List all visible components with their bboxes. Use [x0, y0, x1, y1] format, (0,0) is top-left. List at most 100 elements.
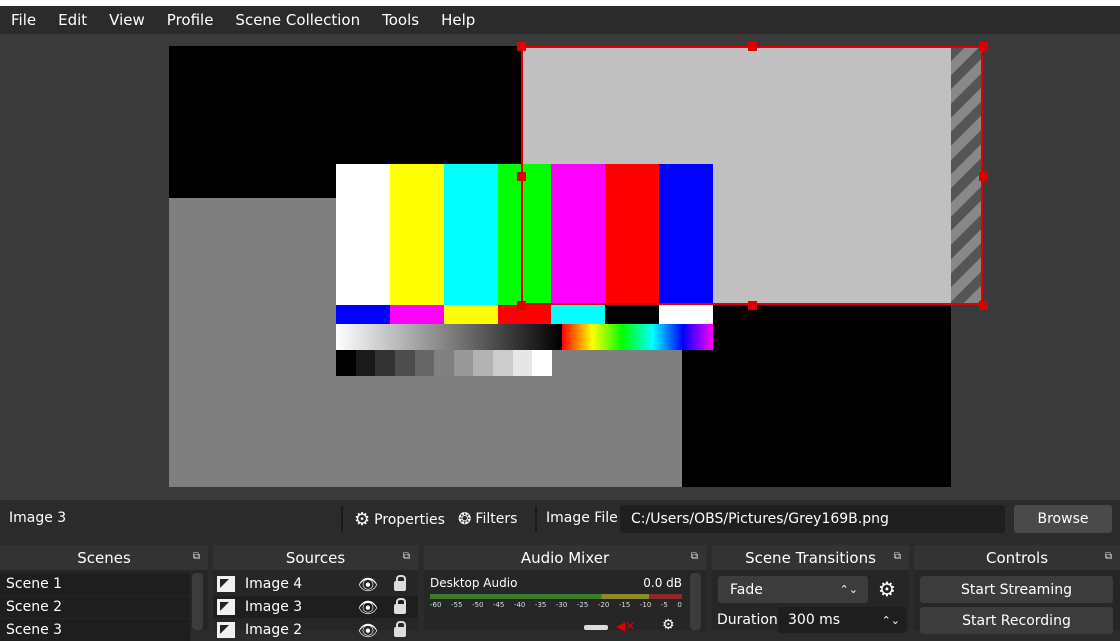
gray-step [493, 350, 513, 376]
scenes-dock: Scenes ⧉ Scene 1 Scene 2 Scene 3 [0, 545, 208, 641]
meter-tick-label: -35 [534, 601, 547, 609]
scene-label: Scene 1 [6, 576, 63, 592]
source-item[interactable]: Image 2 👁 [213, 619, 418, 641]
color-bar [336, 164, 390, 305]
color-strip-segment [659, 305, 714, 324]
properties-button[interactable]: ⚙ Properties [354, 509, 445, 530]
undock-icon[interactable]: ⧉ [403, 551, 410, 562]
menu-file[interactable]: File [0, 11, 47, 29]
menu-profile[interactable]: Profile [156, 11, 225, 29]
selection-box[interactable] [521, 46, 983, 305]
start-streaming-button[interactable]: Start Streaming [920, 576, 1113, 603]
grayscale-steps [336, 350, 553, 376]
toolbar-divider-2 [535, 506, 537, 532]
browse-button[interactable]: Browse [1014, 505, 1112, 533]
meter-tick-label: -55 [450, 601, 463, 609]
volume-meter [430, 594, 682, 599]
gray-step [394, 350, 415, 376]
source-item[interactable]: Image 3 👁 [213, 596, 418, 618]
properties-label: Properties [374, 511, 445, 528]
visibility-eye-icon[interactable]: 👁 [358, 621, 378, 640]
color-bar [443, 164, 498, 305]
filters-icon: ❂ [458, 509, 472, 528]
menu-help[interactable]: Help [430, 11, 486, 29]
volume-slider-handle[interactable] [584, 625, 608, 630]
source-label: Image 3 [245, 599, 303, 615]
meter-tick-label: -10 [639, 601, 652, 609]
resize-handle-top-right[interactable] [979, 42, 988, 51]
scene-transitions-dock-title: Scene Transitions ⧉ [712, 545, 909, 570]
gray-step [453, 350, 474, 376]
transition-settings-gear-icon[interactable]: ⚙ [878, 577, 896, 601]
undock-icon[interactable]: ⧉ [1105, 551, 1112, 562]
audio-mixer-dock-title: Audio Mixer ⧉ [424, 545, 706, 570]
mute-speaker-icon[interactable]: ◀✕ [616, 619, 635, 633]
scene-item[interactable]: Scene 2 [0, 596, 190, 618]
scene-transitions-title: Scene Transitions [745, 548, 876, 567]
meter-tick-label: -5 [660, 601, 668, 609]
gray-step [473, 350, 494, 376]
selected-source-label: Image 3 [9, 510, 67, 526]
lock-icon[interactable] [394, 598, 406, 614]
undock-icon[interactable]: ⧉ [193, 551, 200, 562]
sources-title: Sources [285, 548, 346, 567]
meter-tick-label: -15 [618, 601, 631, 609]
scene-item[interactable]: Scene 1 [0, 573, 190, 595]
gray-step [375, 350, 395, 376]
scenes-scrollbar[interactable] [192, 573, 203, 630]
menu-view[interactable]: View [98, 11, 156, 29]
gray-step [512, 350, 533, 376]
transition-select[interactable]: Fade ⌃⌄ [718, 576, 868, 603]
scene-item[interactable]: Scene 3 [0, 619, 190, 641]
lock-icon[interactable] [394, 575, 406, 591]
transition-value: Fade [730, 581, 763, 598]
color-strip-segment [551, 305, 606, 324]
menu-tools[interactable]: Tools [371, 11, 430, 29]
menu-edit[interactable]: Edit [47, 11, 98, 29]
resize-handle-bottom-left[interactable] [517, 301, 526, 310]
lock-icon[interactable] [394, 621, 406, 637]
duration-input[interactable]: 300 ms ⌃⌄ [778, 607, 906, 633]
meter-tick-label: -30 [555, 601, 568, 609]
undock-icon[interactable]: ⧉ [894, 551, 901, 562]
toolbar-divider [341, 506, 343, 532]
resize-handle-top[interactable] [748, 42, 757, 51]
resize-handle-bottom[interactable] [748, 301, 757, 310]
source-label: Image 4 [245, 576, 303, 592]
meter-scale: -60 -55 -50 -45 -40 -35 -30 -25 -20 -15 -10 -5 0 [430, 601, 682, 611]
controls-title: Controls [985, 548, 1049, 567]
audio-mixer-title: Audio Mixer [520, 548, 610, 567]
menu-scene-collection[interactable]: Scene Collection [224, 11, 371, 29]
source-label: Image 2 [245, 622, 303, 638]
filters-button[interactable]: ❂ Filters [458, 509, 517, 528]
resize-handle-bottom-right[interactable] [979, 301, 988, 310]
meter-tick-label: 0 [677, 601, 682, 609]
menu-bar: File Edit View Profile Scene Collection … [0, 6, 1120, 34]
spin-arrows-icon[interactable]: ⌃⌄ [882, 614, 900, 627]
resize-handle-top-left[interactable] [517, 42, 526, 51]
duration-value: 300 ms [788, 612, 841, 628]
resize-handle-left[interactable] [517, 172, 526, 181]
grayscale-gradient [336, 324, 562, 350]
mixer-scrollbar[interactable] [690, 573, 701, 630]
meter-tick-label: -20 [597, 601, 610, 609]
audio-level-readout: 0.0 dB [643, 576, 682, 590]
image-source-icon [217, 599, 235, 615]
duration-label: Duration [717, 612, 778, 628]
image-file-path-field[interactable]: C:/Users/OBS/Pictures/Grey169B.png [620, 505, 1005, 533]
resize-handle-right[interactable] [979, 172, 988, 181]
gray-step [414, 350, 435, 376]
meter-tick-label: -60 [430, 601, 442, 609]
visibility-eye-icon[interactable]: 👁 [358, 598, 378, 617]
image-source-icon [217, 576, 235, 592]
source-item[interactable]: Image 4 👁 [213, 573, 418, 595]
audio-settings-gear-icon[interactable]: ⚙ [662, 617, 675, 633]
updown-chevron-icon: ⌃⌄ [839, 583, 858, 596]
visibility-eye-icon[interactable]: 👁 [358, 575, 378, 594]
scene-label: Scene 3 [6, 622, 63, 638]
image-source-icon [217, 622, 235, 638]
audio-mixer-dock: Audio Mixer ⧉ Desktop Audio 0.0 dB -60 -5… [424, 545, 706, 633]
undock-icon[interactable]: ⧉ [691, 551, 698, 562]
gray-step [355, 350, 376, 376]
rainbow-gradient [562, 324, 713, 350]
